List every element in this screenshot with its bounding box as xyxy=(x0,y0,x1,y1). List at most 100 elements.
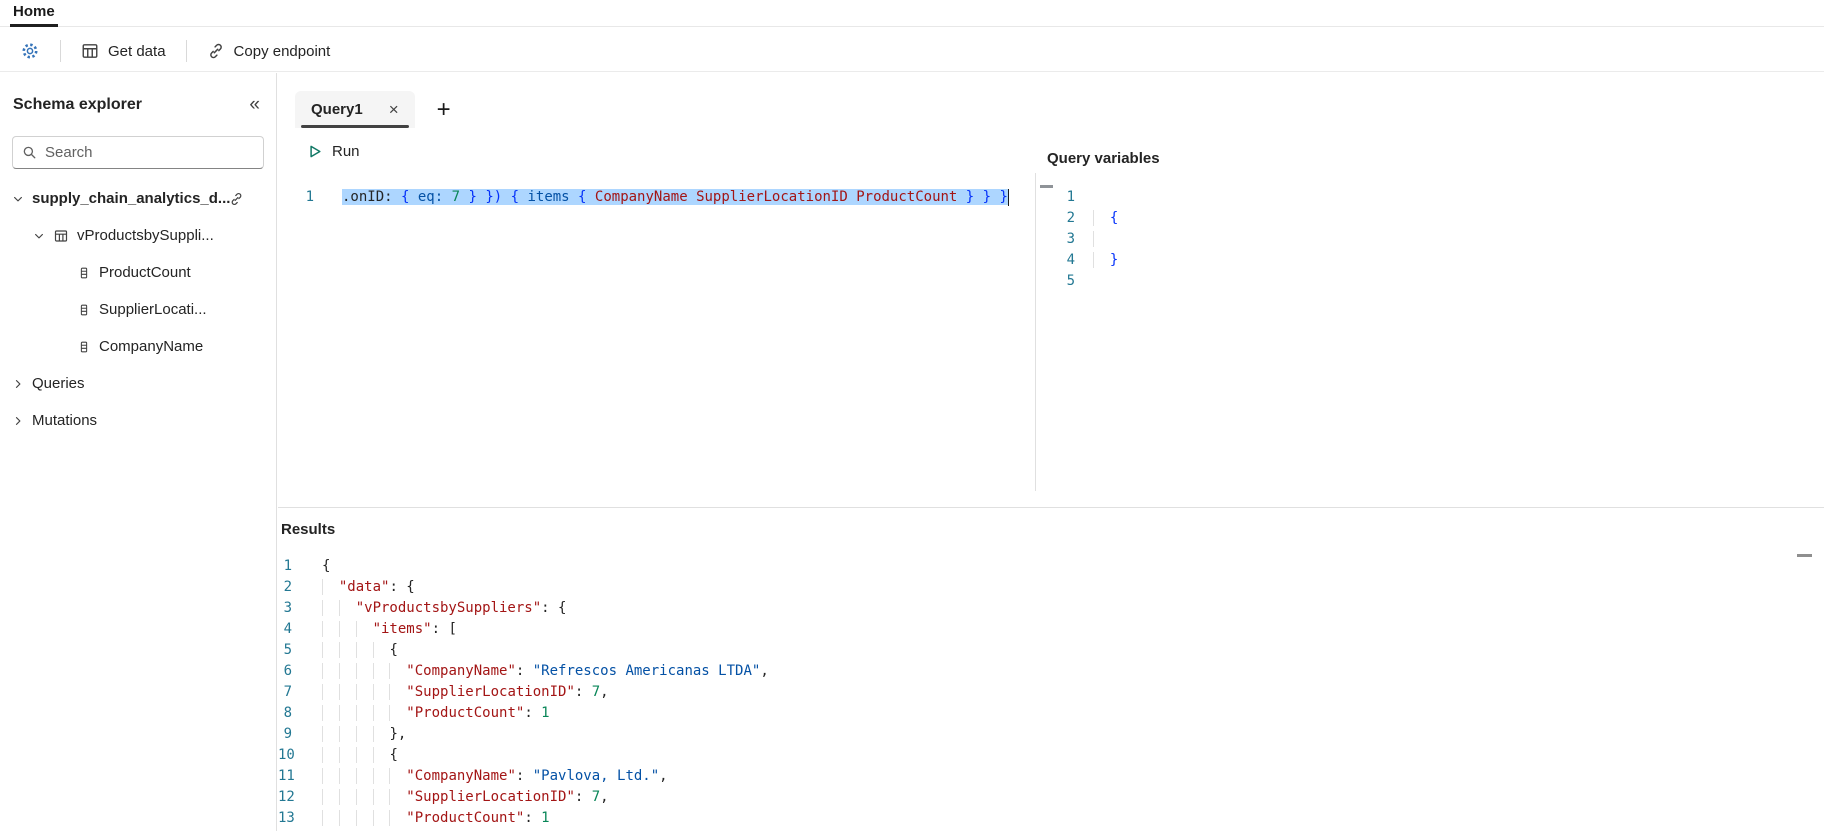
line-content xyxy=(1093,229,1110,250)
main-area: Query1 × + Run 1 .onID: { eq: 7 } }) { it… xyxy=(278,73,1824,831)
copy-endpoint-label: Copy endpoint xyxy=(233,42,331,60)
run-button[interactable]: Run xyxy=(298,135,368,167)
code-line: 7 "SupplierLocationID": 7, xyxy=(278,682,1824,703)
chevron-right-icon[interactable] xyxy=(12,378,24,390)
line-number: 6 xyxy=(283,663,292,679)
close-icon[interactable]: × xyxy=(389,101,399,118)
tree-item[interactable]: Queries xyxy=(0,365,276,402)
copy-endpoint-button[interactable]: Copy endpoint xyxy=(199,36,339,66)
code-line: 3 xyxy=(1036,229,1824,250)
line-content: }, xyxy=(322,724,406,745)
search-box[interactable] xyxy=(12,136,264,169)
line-content: "ProductCount": 1 xyxy=(322,703,549,724)
schema-tree: supply_chain_analytics_d... vProductsbySu… xyxy=(0,180,276,439)
gear-icon xyxy=(20,41,40,61)
line-content: { xyxy=(322,558,331,574)
results-viewer[interactable]: 1{2 "data": {3 "vProductsbySuppliers": {… xyxy=(278,548,1824,831)
tree-item[interactable]: vProductsbySuppli... xyxy=(0,217,276,254)
tree-item[interactable]: Mutations xyxy=(0,402,276,439)
line-number: 1 xyxy=(305,189,314,205)
line-content: "CompanyName": "Pavlova, Ltd.", xyxy=(322,766,667,787)
code-line: 6 "CompanyName": "Refrescos Americanas L… xyxy=(278,661,1824,682)
column-icon xyxy=(77,266,91,280)
add-tab-button[interactable]: + xyxy=(437,97,451,122)
run-label: Run xyxy=(332,142,360,160)
tree-item[interactable]: supply_chain_analytics_d... xyxy=(0,180,276,217)
text-cursor xyxy=(1007,188,1010,206)
get-data-label: Get data xyxy=(108,42,166,60)
code-line: 8 "ProductCount": 1 xyxy=(278,703,1824,724)
line-content: "data": { xyxy=(322,577,415,598)
line-number: 4 xyxy=(1066,252,1075,268)
tree-item-label: ProductCount xyxy=(99,264,191,281)
line-content: { xyxy=(322,745,397,766)
line-content: "items": [ xyxy=(322,619,457,640)
line-number: 3 xyxy=(283,600,292,616)
code-line: 1 .onID: { eq: 7 } }) { items { CompanyNa… xyxy=(278,187,1035,208)
line-number: 7 xyxy=(283,684,292,700)
tree-item-label: Queries xyxy=(32,375,85,392)
code-line: 2 { xyxy=(1036,208,1824,229)
line-content: "SupplierLocationID": 7, xyxy=(322,682,608,703)
tree-item-label: Mutations xyxy=(32,412,98,429)
tab-query1-label: Query1 xyxy=(311,101,363,118)
line-content: { xyxy=(1093,208,1118,229)
line-number: 10 xyxy=(278,747,295,763)
toolbar-divider xyxy=(60,40,61,62)
query-editor[interactable]: 1 .onID: { eq: 7 } }) { items { CompanyNa… xyxy=(278,173,1036,491)
line-number: 2 xyxy=(283,579,292,595)
line-number: 13 xyxy=(278,810,295,826)
code-line: 12 "SupplierLocationID": 7, xyxy=(278,787,1824,808)
tree-item[interactable]: SupplierLocati... xyxy=(0,291,276,328)
settings-button[interactable] xyxy=(12,35,48,67)
line-number: 5 xyxy=(283,642,292,658)
line-content: { xyxy=(322,640,397,661)
query-variables-title: Query variables xyxy=(1047,150,1160,167)
line-number: 2 xyxy=(1066,210,1075,226)
code-line: 3 "vProductsbySuppliers": { xyxy=(278,598,1824,619)
collapse-panel-button[interactable]: « xyxy=(243,93,266,116)
line-number: 12 xyxy=(278,789,295,805)
get-data-button[interactable]: Get data xyxy=(73,36,174,66)
play-icon xyxy=(306,143,323,160)
line-number: 1 xyxy=(1066,189,1075,205)
code-line: 2 "data": { xyxy=(278,577,1824,598)
link-icon xyxy=(207,42,225,60)
line-number: 3 xyxy=(1066,231,1075,247)
column-icon xyxy=(77,303,91,317)
code-line: 11 "CompanyName": "Pavlova, Ltd.", xyxy=(278,766,1824,787)
query-variables-editor[interactable]: 12 {3 4 } 5 xyxy=(1036,173,1824,491)
toolbar: Get data Copy endpoint xyxy=(0,31,1824,72)
tab-query1[interactable]: Query1 × xyxy=(295,91,415,128)
chevron-down-icon[interactable] xyxy=(12,193,24,205)
column-icon xyxy=(77,340,91,354)
line-number: 1 xyxy=(283,558,292,574)
code-line: 1{ xyxy=(278,556,1824,577)
line-content: "ProductCount": 1 xyxy=(322,808,549,829)
line-number: 9 xyxy=(283,726,292,742)
table-icon xyxy=(53,228,69,244)
schema-explorer-title: Schema explorer xyxy=(13,95,142,113)
tab-home[interactable]: Home xyxy=(10,3,58,27)
tree-item[interactable]: CompanyName xyxy=(0,328,276,365)
tree-item-label: SupplierLocati... xyxy=(99,301,207,318)
tree-item[interactable]: ProductCount xyxy=(0,254,276,291)
scrollbar-thumb[interactable] xyxy=(1797,554,1812,557)
code-line: 5 { xyxy=(278,640,1824,661)
tree-item-label: supply_chain_analytics_d... xyxy=(32,190,231,207)
line-content: .onID: { eq: 7 } }) { items { CompanyNam… xyxy=(342,187,1010,208)
ribbon-tab-row: Home xyxy=(0,0,1824,27)
schema-explorer-header: Schema explorer « xyxy=(13,93,266,116)
table-grid-icon xyxy=(81,42,99,60)
line-number: 8 xyxy=(283,705,292,721)
line-content: "CompanyName": "Refrescos Americanas LTD… xyxy=(322,661,768,682)
code-line: 10 { xyxy=(278,745,1824,766)
code-line: 5 xyxy=(1036,271,1824,292)
toolbar-divider xyxy=(185,40,187,62)
chevron-down-icon[interactable] xyxy=(33,230,45,242)
search-input[interactable] xyxy=(45,144,254,161)
line-content: } xyxy=(1093,250,1118,271)
link-icon[interactable] xyxy=(229,191,244,206)
chevron-right-icon[interactable] xyxy=(12,415,24,427)
schema-explorer-panel: Schema explorer « supply_chain_analytics… xyxy=(0,73,277,831)
